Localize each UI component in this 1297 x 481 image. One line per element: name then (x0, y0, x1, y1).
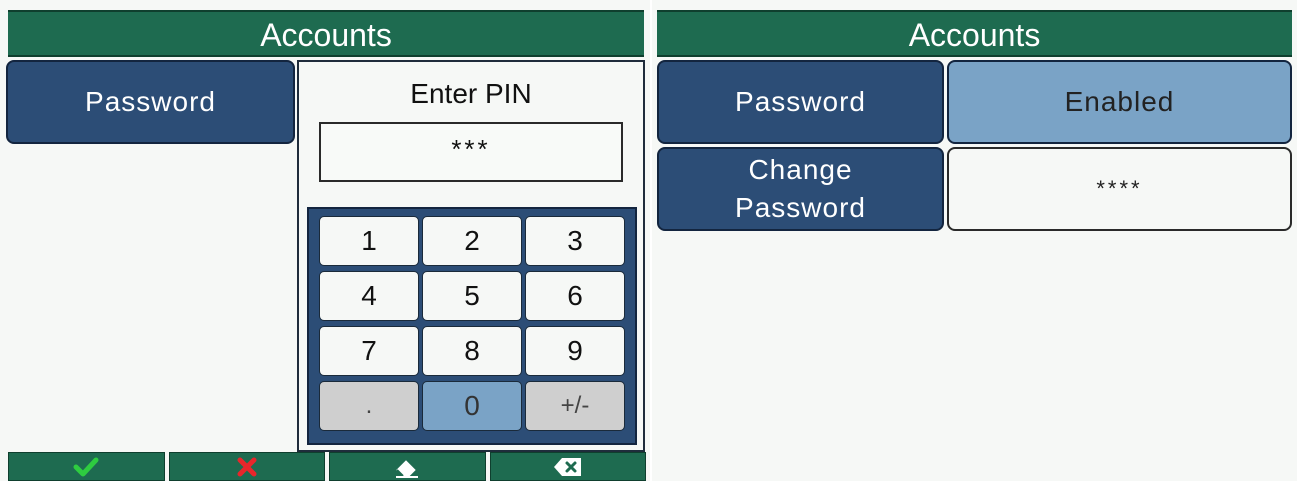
cancel-button[interactable] (168, 452, 325, 481)
eraser-icon (396, 459, 419, 478)
cross-icon (237, 457, 257, 476)
key-2[interactable]: 2 (422, 216, 522, 266)
key-0[interactable]: 0 (422, 381, 522, 431)
key-7[interactable]: 7 (319, 326, 419, 376)
checkmark-icon (73, 457, 99, 476)
left-screen: Accounts Password Enter PIN *** 1 2 3 4 … (0, 0, 650, 481)
pin-dialog-title: Enter PIN (410, 78, 532, 109)
key-decimal[interactable]: . (319, 381, 419, 431)
backspace-button[interactable] (489, 452, 646, 481)
backspace-icon (553, 457, 581, 476)
change-password-label-line1: Change (748, 154, 853, 185)
pin-dialog: Enter PIN *** 1 2 3 4 5 6 7 8 9 . 0 +/- (297, 60, 645, 452)
bottom-toolbar (8, 452, 646, 481)
key-6[interactable]: 6 (525, 271, 625, 321)
right-screen: Accounts Password Enabled Change Passwor… (652, 0, 1297, 481)
pin-entry-field[interactable]: *** (319, 122, 623, 182)
clear-button[interactable] (329, 452, 486, 481)
confirm-button[interactable] (8, 452, 165, 481)
password-button-label: Password (85, 86, 216, 117)
change-password-label-line2: Password (735, 192, 866, 223)
key-3[interactable]: 3 (525, 216, 625, 266)
password-button[interactable]: Password (6, 60, 295, 144)
key-plus-minus[interactable]: +/- (525, 381, 625, 431)
key-9[interactable]: 9 (525, 326, 625, 376)
numeric-keypad: 1 2 3 4 5 6 7 8 9 . 0 +/- (307, 207, 637, 445)
key-1[interactable]: 1 (319, 216, 419, 266)
key-5[interactable]: 5 (422, 271, 522, 321)
page-title: Accounts (8, 10, 644, 57)
page-title: Accounts (657, 10, 1292, 57)
key-8[interactable]: 8 (422, 326, 522, 376)
masked-password-field[interactable]: **** (947, 147, 1292, 231)
change-password-button[interactable]: Change Password (657, 147, 944, 231)
password-button[interactable]: Password (657, 60, 944, 144)
password-status-toggle[interactable]: Enabled (947, 60, 1292, 144)
key-4[interactable]: 4 (319, 271, 419, 321)
password-button-label: Password (735, 86, 866, 117)
change-password-label: Change Password (735, 151, 866, 227)
